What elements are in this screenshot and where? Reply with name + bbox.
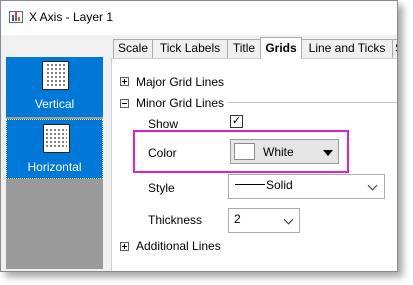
show-checkbox[interactable]: ✓ bbox=[230, 115, 243, 128]
color-dropdown[interactable]: White bbox=[230, 139, 339, 164]
color-value: White bbox=[263, 145, 294, 159]
graph-app-icon bbox=[9, 11, 23, 23]
dialog-window: X Axis - Layer 1 Vertical Horizontal Sca… bbox=[0, 0, 398, 272]
vertical-grid-icon bbox=[42, 61, 69, 90]
tab-line-and-ticks[interactable]: Line and Ticks bbox=[301, 39, 393, 58]
style-dropdown[interactable]: Solid bbox=[228, 174, 385, 199]
expand-plus-icon[interactable] bbox=[120, 242, 129, 251]
additional-lines-header: Additional Lines bbox=[136, 239, 221, 253]
sidebar-item-label: Horizontal bbox=[27, 160, 82, 174]
line-style-sample bbox=[235, 184, 265, 185]
tab-tick-labels[interactable]: Tick Labels bbox=[152, 39, 228, 58]
minor-grid-lines-header: Minor Grid Lines bbox=[136, 96, 225, 110]
expand-plus-icon[interactable] bbox=[120, 77, 129, 86]
tab-grids[interactable]: Grids bbox=[260, 37, 302, 59]
window-title: X Axis - Layer 1 bbox=[29, 10, 114, 24]
axis-sidebar: Vertical Horizontal bbox=[6, 57, 103, 269]
sidebar-item-horizontal[interactable]: Horizontal bbox=[6, 119, 103, 179]
chevron-down-icon bbox=[283, 214, 294, 225]
color-swatch bbox=[234, 143, 255, 160]
style-value: Solid bbox=[266, 178, 293, 192]
style-label: Style bbox=[148, 181, 175, 195]
sidebar-item-vertical[interactable]: Vertical bbox=[6, 57, 103, 117]
thickness-label: Thickness bbox=[148, 213, 203, 227]
dropdown-arrow-icon bbox=[323, 150, 333, 156]
thickness-dropdown[interactable]: 2 bbox=[228, 208, 300, 233]
show-label: Show bbox=[148, 117, 179, 131]
tab-scale[interactable]: Scale bbox=[113, 39, 153, 58]
tab-strip: Scale Tick Labels Title Grids Line and T… bbox=[113, 37, 397, 59]
horizontal-grid-icon bbox=[43, 124, 70, 153]
sidebar-item-label: Vertical bbox=[34, 97, 75, 111]
color-label: Color bbox=[148, 146, 177, 160]
collapse-minus-icon[interactable] bbox=[120, 99, 129, 108]
group-divider bbox=[228, 102, 397, 103]
tab-title[interactable]: Title bbox=[227, 39, 261, 58]
tab-overflow[interactable]: S bbox=[392, 39, 397, 58]
chevron-down-icon bbox=[367, 180, 378, 191]
thickness-value: 2 bbox=[234, 212, 241, 226]
title-bar: X Axis - Layer 1 bbox=[1, 1, 397, 35]
major-grid-lines-header: Major Grid Lines bbox=[136, 75, 225, 89]
